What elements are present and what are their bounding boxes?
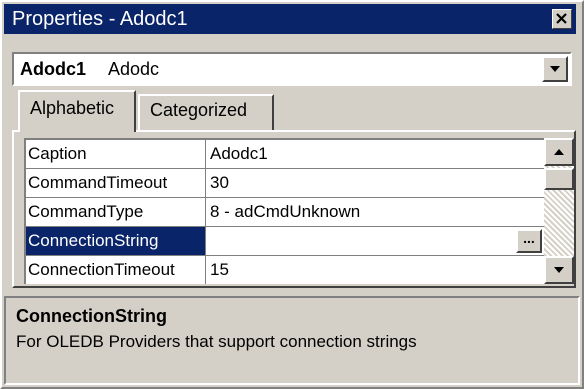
property-value[interactable]: Adodc1 (210, 140, 540, 168)
chevron-down-icon (550, 66, 560, 72)
scroll-up-button[interactable] (544, 138, 574, 166)
window-title: Properties - Adodc1 (12, 8, 188, 30)
scroll-down-icon (554, 267, 564, 273)
object-dropdown-button[interactable] (542, 56, 568, 82)
property-name[interactable]: ConnectionTimeout (26, 256, 206, 284)
vertical-scrollbar[interactable] (544, 138, 574, 284)
description-text: For OLEDB Providers that support connect… (16, 332, 417, 351)
property-value[interactable]: 30 (210, 169, 540, 197)
property-row[interactable]: CommandType 8 - adCmdUnknown (26, 198, 546, 227)
title-bar[interactable]: Properties - Adodc1 (4, 4, 576, 34)
object-name: Adodc1 (20, 59, 87, 79)
tab-categorized-label: Categorized (150, 100, 248, 120)
object-type: Adodc (108, 59, 160, 79)
tab-alphabetic-label: Alphabetic (30, 98, 115, 118)
object-selector[interactable]: Adodc1 Adodc (12, 52, 572, 86)
property-value-input[interactable] (210, 227, 540, 255)
property-name[interactable]: CommandType (26, 198, 206, 226)
property-grid: Caption Adodc1 CommandTimeout 30 Command… (24, 138, 574, 284)
tab-alphabetic[interactable]: Alphabetic (18, 90, 136, 132)
property-name[interactable]: ConnectionString (26, 227, 206, 255)
tab-categorized[interactable]: Categorized (138, 94, 274, 130)
close-button[interactable] (552, 9, 572, 29)
ellipsis-button[interactable]: ... (516, 229, 542, 253)
property-row-selected[interactable]: ConnectionString ... (26, 227, 546, 256)
property-value[interactable]: 15 (210, 256, 540, 284)
property-row[interactable]: ConnectionTimeout 15 (26, 256, 546, 284)
scroll-down-button[interactable] (544, 256, 574, 284)
scroll-thumb[interactable] (544, 168, 574, 190)
property-row[interactable]: Caption Adodc1 (26, 140, 546, 169)
scroll-up-icon (554, 149, 564, 155)
description-title: ConnectionString (16, 306, 167, 326)
close-icon (556, 13, 567, 24)
description-pane: ConnectionString For OLEDB Providers tha… (4, 296, 580, 385)
property-row[interactable]: CommandTimeout 30 (26, 169, 546, 198)
property-name[interactable]: CommandTimeout (26, 169, 206, 197)
property-value[interactable]: 8 - adCmdUnknown (210, 198, 540, 226)
property-name[interactable]: Caption (26, 140, 206, 168)
